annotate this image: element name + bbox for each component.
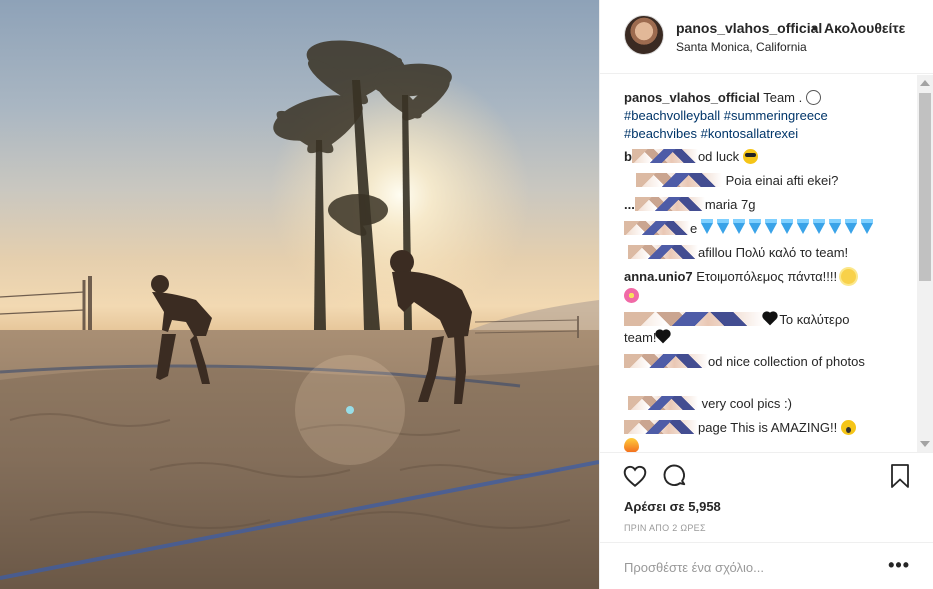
emoji-icon [805, 90, 821, 105]
location-link[interactable]: Santa Monica, California [676, 40, 807, 54]
scroll-down-arrow-icon[interactable] [920, 441, 930, 447]
comment-text: od luck [697, 149, 740, 164]
scrollbar-thumb[interactable] [919, 93, 931, 281]
list-item: od nice collection of photos [624, 353, 865, 371]
diamond-emoji-icon [732, 219, 745, 234]
list-item-continuation: team! [624, 329, 669, 347]
post-header: panos_vlahos_official • Ακολουθείτε Sant… [600, 0, 933, 74]
add-comment-input[interactable] [624, 557, 874, 577]
diamond-emoji-icon [716, 219, 729, 234]
sunglasses-emoji-icon [742, 149, 758, 164]
comment-text: maria 7g [704, 197, 756, 212]
comment-text: afillou Πολύ καλό το team! [698, 245, 849, 260]
comment-username[interactable]: ... [624, 197, 635, 212]
list-item: very cool pics :) [624, 395, 792, 413]
header-separator: • [812, 20, 817, 36]
redacted-username [634, 197, 705, 211]
diamond-emoji-icon [812, 219, 825, 234]
fire-emoji-icon [624, 438, 639, 452]
list-item: page This is AMAZING!! [624, 419, 856, 437]
redacted-username [624, 312, 764, 326]
list-item-continuation [624, 437, 639, 452]
list-item: ... maria 7g [624, 196, 755, 214]
avatar[interactable] [624, 15, 664, 55]
comment-text: Poia einai afti ekei? [725, 173, 839, 188]
following-button[interactable]: Ακολουθείτε [824, 20, 905, 36]
post-dialog: panos_vlahos_official • Ακολουθείτε Sant… [0, 0, 933, 589]
redacted-username [624, 420, 698, 434]
diamond-emoji-icon [796, 219, 809, 234]
list-item: b od luck [624, 148, 758, 166]
comments-scrollbar[interactable] [917, 75, 933, 452]
diamond-emoji-icon [700, 219, 713, 234]
comment-text: Ετοιμοπόλεμος πάντα!!!! [696, 269, 838, 284]
list-item: Το καλύτερο [624, 311, 849, 329]
list-item: e [624, 219, 877, 238]
redacted-username [628, 396, 698, 410]
post-sidebar: panos_vlahos_official • Ακολουθείτε Sant… [599, 0, 933, 589]
comment-text: team! [624, 330, 657, 345]
comment-text: e [690, 221, 698, 236]
post-actions: Αρέσει σε 5,958 ΠΡΙΝ ΑΠΟ 2 ΩΡΕΣ [600, 452, 933, 542]
diamond-emoji-icon [828, 219, 841, 234]
diamond-emoji-icon [860, 219, 873, 234]
screaming-face-emoji-icon [840, 420, 856, 435]
redacted-username [624, 221, 690, 235]
beach-volleyball-image [0, 0, 599, 589]
list-item: Poia einai afti ekei? [624, 172, 838, 190]
heart-outline-icon[interactable] [622, 463, 648, 489]
caption: panos_vlahos_official Team . [624, 89, 821, 107]
caption-username[interactable]: panos_vlahos_official [624, 90, 760, 105]
sun-emoji-icon [840, 269, 856, 284]
caption-hashtags-line2[interactable]: #beachvibes #kontosallatrexei [624, 125, 798, 143]
scroll-up-arrow-icon[interactable] [920, 80, 930, 86]
bookmark-icon[interactable] [888, 463, 914, 489]
diamond-emoji-icon [764, 219, 777, 234]
diamond-emoji-icon [748, 219, 761, 234]
add-comment-section: ••• [600, 542, 933, 589]
post-photo[interactable] [0, 0, 599, 589]
comment-text: page This is AMAZING!! [698, 420, 838, 435]
black-heart-emoji-icon [763, 312, 777, 326]
list-item-continuation [624, 287, 639, 305]
list-item: anna.unio7 Ετοιμοπόλεμος πάντα!!!! [624, 268, 856, 286]
more-dots-icon[interactable]: ••• [888, 555, 910, 576]
diamond-emoji-icon [844, 219, 857, 234]
comment-username[interactable]: b [624, 149, 632, 164]
black-heart-emoji-icon [656, 330, 669, 344]
header-username-link[interactable]: panos_vlahos_official [676, 20, 822, 36]
redacted-username [636, 173, 722, 187]
comment-bubble-icon[interactable] [662, 463, 688, 489]
comment-text: od nice collection of photos [708, 354, 865, 369]
redacted-username [624, 354, 708, 368]
likes-count[interactable]: Αρέσει σε 5,958 [624, 499, 721, 514]
redacted-username [628, 245, 698, 259]
comment-text: very cool pics :) [701, 396, 792, 411]
flower-emoji-icon [624, 288, 639, 303]
comment-username[interactable]: anna.unio7 [624, 269, 693, 284]
post-timestamp[interactable]: ΠΡΙΝ ΑΠΟ 2 ΩΡΕΣ [624, 523, 706, 533]
list-item: afillou Πολύ καλό το team! [624, 244, 848, 262]
redacted-username [631, 149, 698, 163]
caption-text: Team . [763, 90, 803, 105]
comments-list[interactable]: panos_vlahos_official Team . #beachvolle… [600, 75, 933, 452]
caption-hashtags-line1[interactable]: #beachvolleyball #summeringreece [624, 107, 828, 125]
comment-text: Το καλύτερο [779, 312, 850, 327]
diamond-emoji-icon [780, 219, 793, 234]
